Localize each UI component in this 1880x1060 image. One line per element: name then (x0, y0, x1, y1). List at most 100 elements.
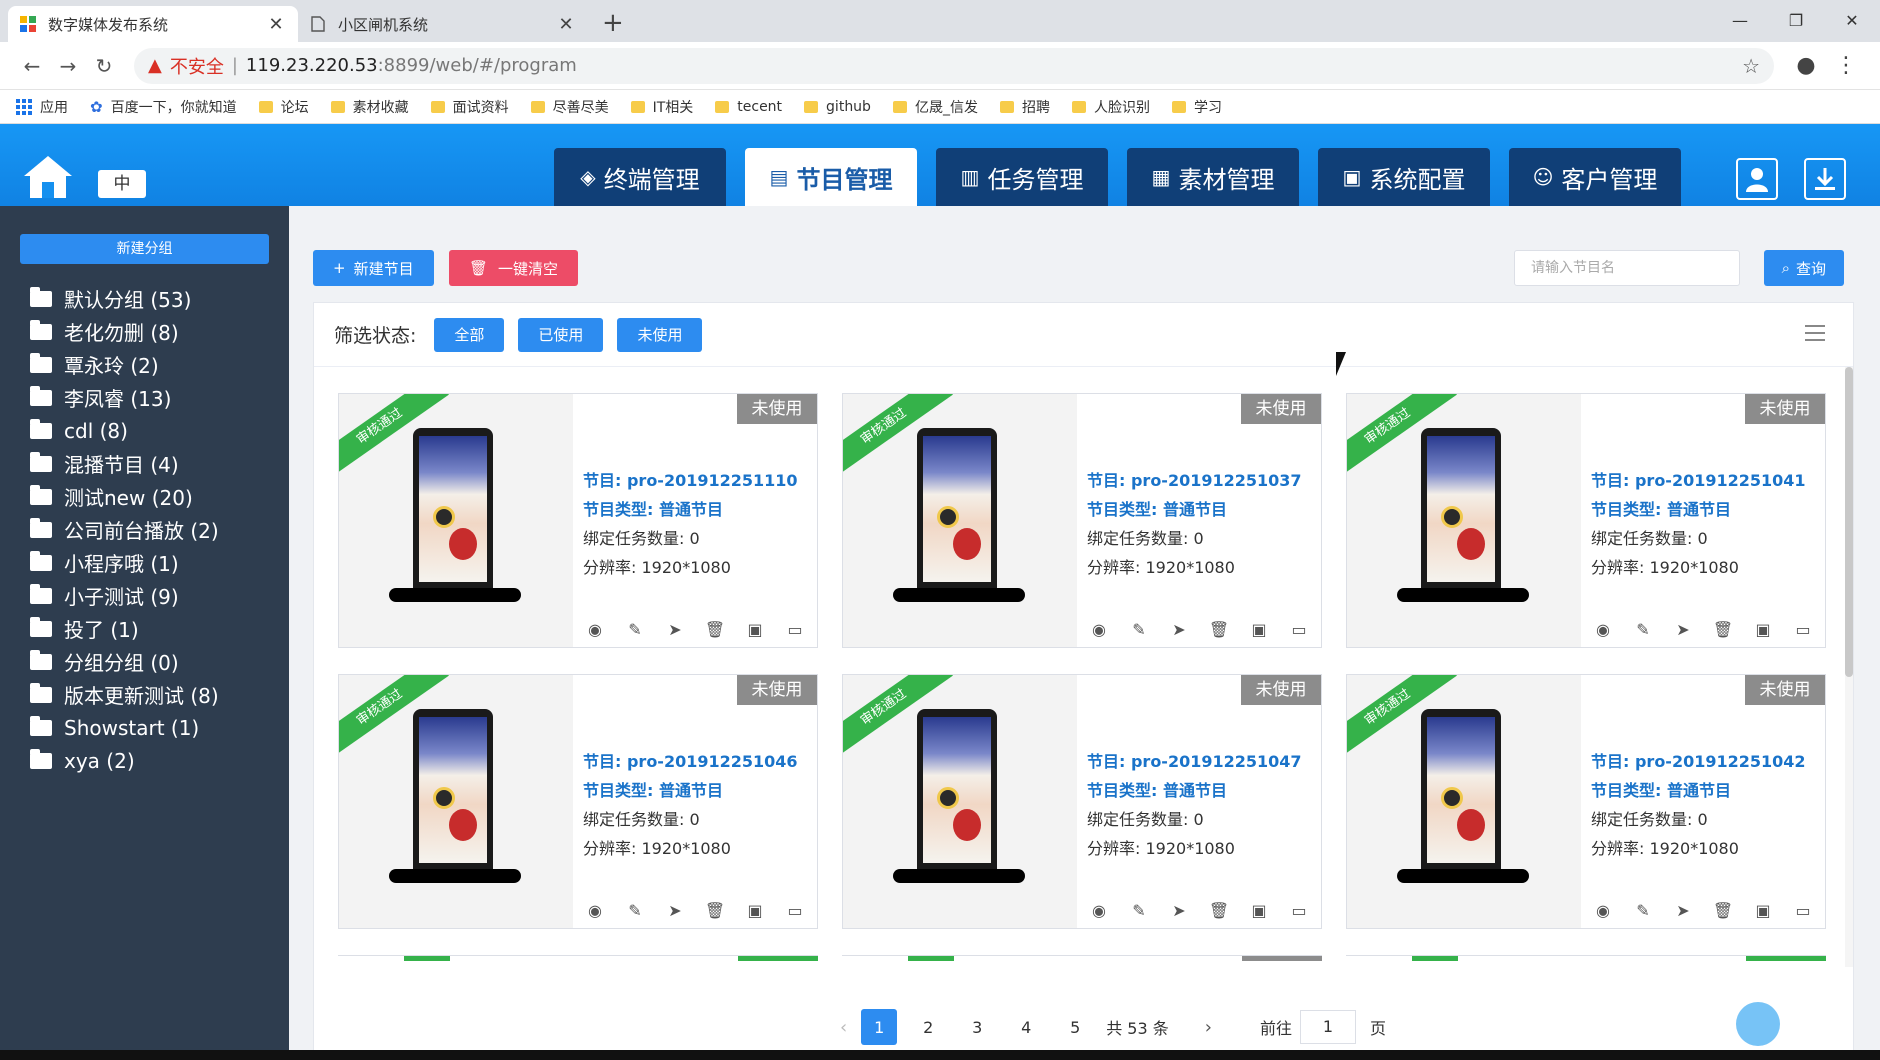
bookmark-folder[interactable]: 论坛 (258, 97, 309, 117)
group-item[interactable]: cdl (8) (0, 414, 289, 447)
nav-tab-task[interactable]: ▥ 任务管理 (936, 148, 1108, 206)
url-bar[interactable]: ▲ 不安全 | 119.23.220.53 :8899/web/#/progra… (134, 47, 1774, 84)
group-item[interactable]: 小程序哦 (1) (0, 546, 289, 579)
bookmark-folder[interactable]: 招聘 (999, 97, 1050, 117)
eye-icon[interactable]: ◉ (575, 901, 615, 920)
list-menu-icon[interactable] (1805, 325, 1825, 346)
send-icon[interactable]: ➤ (1663, 901, 1703, 920)
preview-icon[interactable]: ▣ (1239, 620, 1279, 639)
program-search-input[interactable]: 请输入节目名 (1514, 250, 1740, 286)
account-icon[interactable]: ● (1786, 53, 1826, 78)
close-tab-icon[interactable]: ✕ (266, 14, 286, 35)
language-toggle[interactable]: 中 (98, 170, 146, 198)
preview-icon[interactable]: ▣ (1743, 901, 1783, 920)
preview-icon[interactable]: ▣ (1239, 901, 1279, 920)
send-icon[interactable]: ➤ (655, 620, 695, 639)
pencil-icon[interactable]: ✎ (1119, 620, 1159, 639)
group-item[interactable]: 默认分组 (53) (0, 282, 289, 315)
group-item[interactable]: 小子测试 (9) (0, 579, 289, 612)
pencil-icon[interactable]: ✎ (615, 620, 655, 639)
send-icon[interactable]: ➤ (1159, 620, 1199, 639)
group-item[interactable]: Showstart (1) (0, 711, 289, 744)
reload-icon[interactable]: ↻ (86, 54, 122, 78)
download-icon[interactable] (1804, 158, 1846, 200)
home-icon[interactable] (22, 152, 74, 202)
send-icon[interactable]: ➤ (1159, 901, 1199, 920)
folder-icon[interactable]: ▭ (1783, 901, 1823, 920)
trash-icon[interactable]: 🗑 (695, 901, 735, 920)
group-item[interactable]: 覃永玲 (2) (0, 348, 289, 381)
browser-tab-2[interactable]: 小区闸机系统 ✕ (298, 6, 588, 42)
filter-used-button[interactable]: 已使用 (518, 317, 604, 352)
filter-all-button[interactable]: 全部 (434, 317, 505, 352)
next-page-icon[interactable]: › (1205, 1017, 1212, 1038)
group-item[interactable]: 李凤睿 (13) (0, 381, 289, 414)
restore-icon[interactable]: ❐ (1768, 0, 1824, 40)
send-icon[interactable]: ➤ (1663, 620, 1703, 639)
bookmark-folder[interactable]: 面试资料 (430, 97, 509, 117)
back-icon[interactable]: ← (14, 54, 50, 78)
preview-icon[interactable]: ▣ (735, 620, 775, 639)
nav-tab-customer[interactable]: ☺ 客户管理 (1509, 148, 1681, 206)
group-item[interactable]: 分组分组 (0) (0, 645, 289, 678)
preview-icon[interactable]: ▣ (1743, 620, 1783, 639)
user-icon[interactable] (1736, 158, 1778, 200)
eye-icon[interactable]: ◉ (1583, 901, 1623, 920)
folder-icon[interactable]: ▭ (775, 620, 815, 639)
folder-icon[interactable]: ▭ (1279, 620, 1319, 639)
new-group-button[interactable]: 新建分组 (20, 234, 269, 264)
bookmark-star-icon[interactable]: ☆ (1742, 54, 1760, 78)
group-item[interactable]: 版本更新测试 (8) (0, 678, 289, 711)
bookmark-folder[interactable]: 亿晟_信发 (892, 97, 978, 117)
filter-unused-button[interactable]: 未使用 (617, 317, 703, 352)
program-card[interactable]: 审核通过 未使用 节目: pro-201912251042 节目类型: 普通节目 绑定任… (1346, 674, 1826, 929)
eye-icon[interactable]: ◉ (1079, 620, 1119, 639)
pencil-icon[interactable]: ✎ (1623, 620, 1663, 639)
scrollbar[interactable] (1845, 367, 1853, 967)
goto-page-input[interactable]: 1 (1299, 1010, 1356, 1044)
new-tab-icon[interactable]: + (602, 8, 624, 38)
bookmark-apps[interactable]: 应用 (16, 97, 68, 117)
bookmark-folder[interactable]: 人脸识别 (1071, 97, 1150, 117)
minimize-icon[interactable]: — (1712, 0, 1768, 40)
bookmark-folder[interactable]: 尽善尽美 (530, 97, 609, 117)
bookmark-folder[interactable]: 学习 (1171, 97, 1222, 117)
query-button[interactable]: ⌕ 查询 (1763, 250, 1844, 286)
nav-tab-material[interactable]: ▦ 素材管理 (1127, 148, 1299, 206)
program-card[interactable]: 审核通过 未使用 节目: pro-201912251110 节目类型: 普通节目 绑定任… (338, 393, 818, 648)
trash-icon[interactable]: 🗑 (1199, 901, 1239, 920)
eye-icon[interactable]: ◉ (1583, 620, 1623, 639)
program-card[interactable]: 审核通过 未使用 节目: pro-201912251041 节目类型: 普通节目 绑定任… (1346, 393, 1826, 648)
group-item[interactable]: 老化勿删 (8) (0, 315, 289, 348)
clear-all-button[interactable]: 🗑 一键清空 (449, 250, 579, 286)
folder-icon[interactable]: ▭ (775, 901, 815, 920)
trash-icon[interactable]: 🗑 (1199, 620, 1239, 639)
trash-icon[interactable]: 🗑 (695, 620, 735, 639)
folder-icon[interactable]: ▭ (1279, 901, 1319, 920)
bookmark-folder[interactable]: 素材收藏 (330, 97, 409, 117)
group-item[interactable]: 投了 (1) (0, 612, 289, 645)
bookmark-folder[interactable]: github (804, 99, 871, 115)
pencil-icon[interactable]: ✎ (1623, 901, 1663, 920)
nav-tab-config[interactable]: ▣ 系统配置 (1318, 148, 1490, 206)
bookmark-folder[interactable]: tecent (715, 99, 782, 115)
menu-kebab-icon[interactable]: ⋮ (1826, 53, 1866, 78)
group-item[interactable]: xya (2) (0, 744, 289, 777)
program-card[interactable]: 审核通过 未使用 节目: pro-201912251046 节目类型: 普通节目 绑定任… (338, 674, 818, 929)
eye-icon[interactable]: ◉ (1079, 901, 1119, 920)
send-icon[interactable]: ➤ (655, 901, 695, 920)
floating-assist-icon[interactable] (1736, 1002, 1780, 1046)
prev-page-icon[interactable]: ‹ (840, 1017, 847, 1038)
close-tab-icon[interactable]: ✕ (556, 14, 576, 35)
new-program-button[interactable]: + 新建节目 (313, 250, 434, 286)
preview-icon[interactable]: ▣ (735, 901, 775, 920)
eye-icon[interactable]: ◉ (575, 620, 615, 639)
group-item[interactable]: 混播节目 (4) (0, 447, 289, 480)
folder-icon[interactable]: ▭ (1783, 620, 1823, 639)
group-item[interactable]: 测试new (20) (0, 480, 289, 513)
page-button[interactable]: 5 (1057, 1009, 1093, 1045)
trash-icon[interactable]: 🗑 (1703, 620, 1743, 639)
bookmark-folder[interactable]: IT相关 (630, 97, 693, 117)
nav-tab-program[interactable]: ▤ 节目管理 (745, 148, 917, 206)
page-button[interactable]: 4 (1008, 1009, 1044, 1045)
